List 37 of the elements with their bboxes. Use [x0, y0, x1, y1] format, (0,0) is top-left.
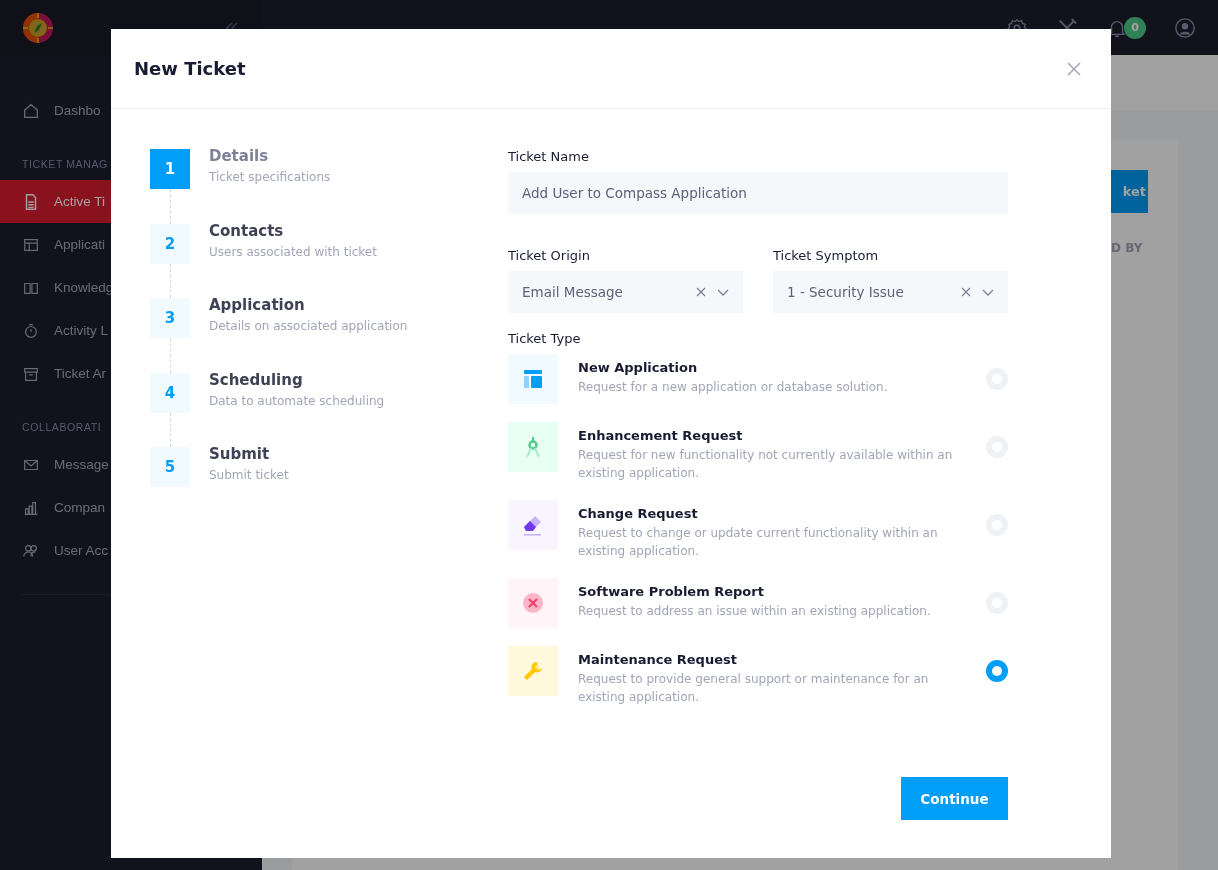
sidebar-item-label: Compan — [54, 500, 106, 515]
option-description: Request to provide general support or maintenance for an existing application. — [578, 671, 930, 706]
field-label: Ticket Name — [508, 149, 590, 164]
section-heading: TICKET MANAG — [22, 158, 108, 170]
step-subtitle: Details on associated application — [209, 319, 408, 333]
option-title: Software Problem Report — [578, 584, 765, 599]
option-title: Change Request — [578, 506, 699, 521]
step-subtitle: Data to automate scheduling — [209, 393, 385, 408]
sidebar-item-label: Dashbo — [54, 103, 101, 118]
step-subtitle: Submit ticket — [209, 468, 289, 482]
sidebar-item-label: Ticket Ar — [54, 366, 106, 381]
step-title: Submit — [209, 445, 271, 463]
sidebar-item-label: User Acc — [54, 543, 108, 558]
option-description: Request for new functionality not currently available within an existing application. — [578, 447, 954, 482]
sidebar-item-label: Active Ti — [54, 194, 105, 209]
step-title: Contacts — [209, 221, 285, 240]
dialog-title: New Ticket — [134, 58, 246, 79]
field-label: Ticket Type — [508, 331, 582, 346]
sidebar-item-label: Activity L — [54, 323, 108, 338]
option-title: New Application — [578, 360, 699, 375]
step-title: Scheduling — [209, 370, 304, 389]
sidebar-item-label: Message — [54, 457, 109, 472]
field-label: Ticket Origin — [508, 248, 591, 263]
step-title: Details — [209, 147, 270, 165]
column-header: D BY — [1111, 241, 1144, 255]
step-title: Application — [209, 296, 306, 314]
sidebar-item-label: Applicati — [54, 237, 106, 252]
notification-badge: 0 — [1124, 16, 1146, 39]
option-title: Maintenance Request — [578, 652, 738, 667]
option-description: Request to address an issue within an existing application. — [578, 603, 932, 620]
option-description: Request to change or update current functionality within an existing application. — [578, 525, 939, 560]
step-subtitle: Ticket specifications — [209, 170, 331, 184]
option-title: Enhancement Request — [578, 428, 744, 443]
option-description: Request for a new application or database solution. — [578, 379, 889, 396]
step-subtitle: Users associated with ticket — [209, 244, 377, 259]
section-heading: COLLABORATI — [22, 421, 102, 433]
field-label: Ticket Symptom — [773, 248, 880, 263]
